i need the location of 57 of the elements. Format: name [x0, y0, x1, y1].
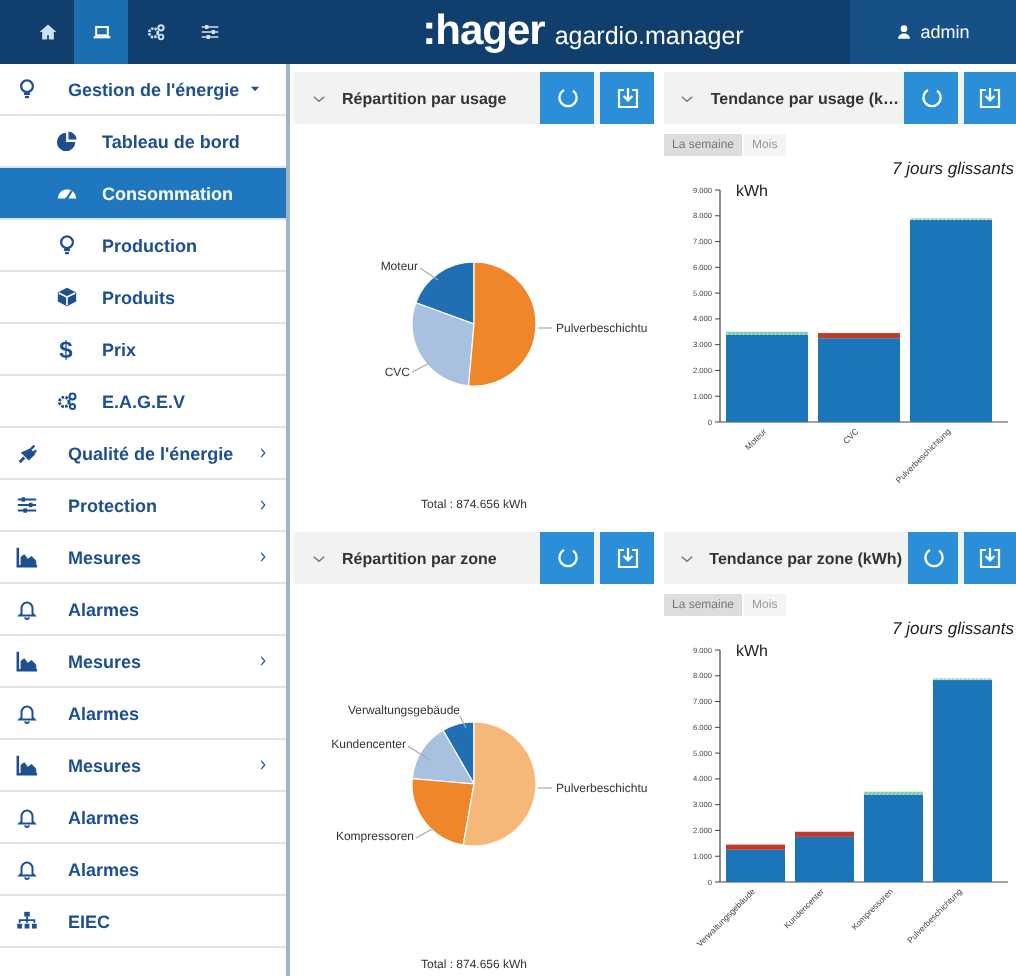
- laptop-tab[interactable]: [74, 0, 128, 64]
- brand-logo: :hager: [422, 8, 545, 56]
- leader-line: [419, 267, 439, 281]
- leader-line: [537, 787, 553, 789]
- refresh-icon: [555, 86, 579, 110]
- download-button[interactable]: [964, 532, 1016, 584]
- bell-icon: [15, 702, 37, 724]
- sliders-icon: [15, 494, 37, 516]
- bell-icon: [15, 598, 37, 620]
- refresh-button[interactable]: [904, 72, 958, 124]
- cube-icon: [55, 286, 77, 308]
- download-button[interactable]: [600, 532, 654, 584]
- panel-title: Répartition par usage: [342, 87, 509, 112]
- pie-chart-icon: [55, 130, 77, 152]
- sliders-icon: [199, 22, 219, 42]
- chart-title: 7 jours glissants: [892, 618, 1014, 638]
- home-icon: [37, 22, 57, 42]
- download-icon: [978, 546, 1003, 570]
- area-chart-icon: [15, 650, 37, 672]
- leader-line: [459, 715, 467, 729]
- refresh-icon: [919, 86, 944, 110]
- sidebar-item[interactable]: Consommation: [0, 168, 286, 220]
- area-chart-icon: [15, 546, 37, 568]
- gears-icon: [145, 22, 165, 42]
- user-menu[interactable]: admin: [850, 0, 1016, 64]
- area-chart-icon: [15, 754, 37, 776]
- leader-line: [415, 827, 435, 839]
- panel-title: Répartition par zone: [342, 547, 499, 572]
- download-button[interactable]: [600, 72, 654, 124]
- download-button[interactable]: [963, 72, 1016, 124]
- panel-title: Tendance par zone (kWh): [709, 547, 902, 572]
- unit-label: kWh: [736, 182, 768, 200]
- dollar-icon: $: [59, 335, 73, 363]
- lightbulb-icon: [15, 78, 37, 100]
- laptop-icon: [91, 22, 111, 42]
- lightbulb-icon: [55, 234, 77, 256]
- leader-line: [411, 363, 429, 373]
- plug-icon: [15, 442, 37, 464]
- leader-line: [537, 327, 553, 329]
- leader-line: [407, 745, 431, 761]
- product-name: agardio.manager: [554, 20, 744, 50]
- download-icon: [977, 86, 1002, 110]
- bell-icon: [15, 858, 37, 880]
- chart-title: 7 jours glissants: [892, 158, 1014, 178]
- refresh-button[interactable]: [907, 532, 959, 584]
- refresh-icon: [555, 546, 579, 570]
- sitemap-icon: [15, 910, 37, 932]
- bell-icon: [15, 806, 37, 828]
- gears-icon: [55, 390, 77, 412]
- refresh-button[interactable]: [540, 72, 594, 124]
- panel-title: Tendance par usage (k…: [710, 87, 899, 112]
- refresh-button[interactable]: [540, 532, 594, 584]
- download-icon: [615, 86, 639, 110]
- download-icon: [615, 546, 639, 570]
- refresh-icon: [921, 546, 946, 570]
- user-icon: [896, 24, 913, 40]
- unit-label: kWh: [736, 642, 768, 660]
